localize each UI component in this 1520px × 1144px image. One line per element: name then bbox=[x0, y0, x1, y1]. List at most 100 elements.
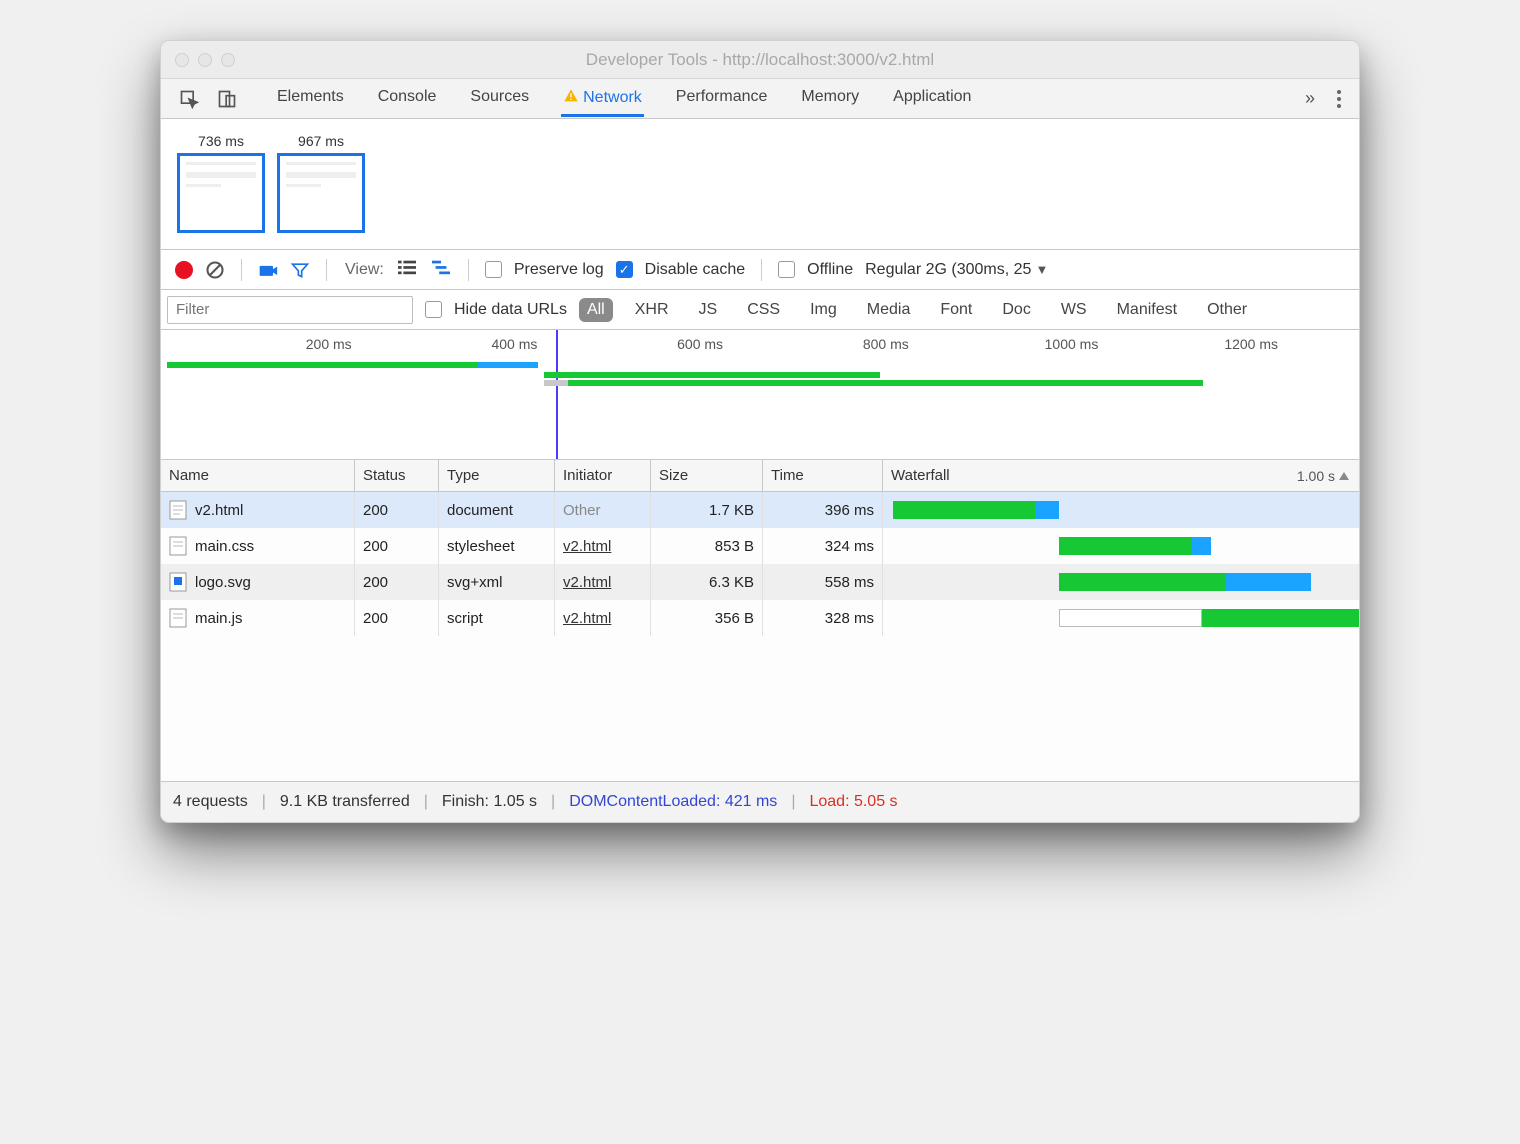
request-status: 200 bbox=[355, 600, 439, 636]
waterfall-view-icon[interactable] bbox=[430, 258, 452, 281]
request-waterfall bbox=[883, 600, 1359, 636]
request-time: 396 ms bbox=[763, 492, 883, 528]
record-button[interactable] bbox=[175, 261, 193, 279]
column-status[interactable]: Status bbox=[355, 460, 439, 491]
filter-all[interactable]: All bbox=[579, 298, 613, 322]
large-rows-icon[interactable] bbox=[396, 258, 418, 281]
request-type: svg+xml bbox=[439, 564, 555, 600]
filter-font[interactable]: Font bbox=[932, 298, 980, 322]
table-row[interactable]: v2.html 200 document Other 1.7 KB 396 ms bbox=[161, 492, 1359, 528]
disable-cache-label: Disable cache bbox=[645, 261, 746, 279]
request-initiator[interactable]: v2.html bbox=[563, 610, 611, 627]
filter-toggle-icon[interactable] bbox=[290, 260, 310, 280]
request-name: main.js bbox=[195, 610, 243, 627]
timeline-tick: 600 ms bbox=[677, 336, 723, 352]
tab-memory[interactable]: Memory bbox=[799, 80, 861, 117]
timeline-tick: 1000 ms bbox=[1045, 336, 1099, 352]
filter-manifest[interactable]: Manifest bbox=[1109, 298, 1185, 322]
column-initiator[interactable]: Initiator bbox=[555, 460, 651, 491]
timeline-overview[interactable]: 200 ms 400 ms 600 ms 800 ms 1000 ms 1200… bbox=[161, 330, 1359, 460]
request-status: 200 bbox=[355, 564, 439, 600]
status-requests: 4 requests bbox=[173, 793, 248, 811]
request-status: 200 bbox=[355, 528, 439, 564]
overview-bar bbox=[544, 380, 568, 386]
inspect-element-icon[interactable] bbox=[179, 89, 199, 109]
panel-tabs: Elements Console Sources Network Perform… bbox=[161, 79, 1359, 119]
request-name: v2.html bbox=[195, 502, 243, 519]
filmstrip-thumb bbox=[177, 153, 265, 233]
titlebar: Developer Tools - http://localhost:3000/… bbox=[161, 41, 1359, 79]
overview-bar bbox=[568, 380, 879, 386]
timeline-tick: 1200 ms bbox=[1224, 336, 1278, 352]
overview-bar bbox=[167, 362, 478, 368]
filmstrip-frame[interactable]: 967 ms bbox=[277, 133, 365, 233]
timeline-tick: 200 ms bbox=[306, 336, 352, 352]
filter-media[interactable]: Media bbox=[859, 298, 919, 322]
preserve-log-checkbox[interactable] bbox=[485, 261, 502, 278]
warning-icon bbox=[563, 88, 579, 104]
device-toolbar-icon[interactable] bbox=[217, 89, 237, 109]
request-initiator[interactable]: v2.html bbox=[563, 574, 611, 591]
tab-console[interactable]: Console bbox=[376, 80, 439, 117]
overview-bar bbox=[478, 362, 538, 368]
column-waterfall[interactable]: Waterfall 1.00 s bbox=[883, 460, 1359, 491]
filter-img[interactable]: Img bbox=[802, 298, 845, 322]
request-initiator[interactable]: v2.html bbox=[563, 538, 611, 555]
column-time[interactable]: Time bbox=[763, 460, 883, 491]
tab-sources[interactable]: Sources bbox=[468, 80, 531, 117]
filter-ws[interactable]: WS bbox=[1053, 298, 1095, 322]
sort-asc-icon bbox=[1339, 472, 1349, 480]
column-type[interactable]: Type bbox=[439, 460, 555, 491]
script-file-icon bbox=[169, 608, 187, 628]
settings-menu-icon[interactable] bbox=[1337, 90, 1341, 108]
filmstrip-thumb bbox=[277, 153, 365, 233]
request-initiator: Other bbox=[563, 502, 601, 519]
requests-table: v2.html 200 document Other 1.7 KB 396 ms… bbox=[161, 492, 1359, 782]
column-size[interactable]: Size bbox=[651, 460, 763, 491]
filter-doc[interactable]: Doc bbox=[994, 298, 1038, 322]
request-waterfall bbox=[883, 528, 1359, 564]
tab-elements[interactable]: Elements bbox=[275, 80, 346, 117]
throttling-select[interactable]: Regular 2G (300ms, 25▼ bbox=[865, 261, 1048, 279]
filmstrip-time: 967 ms bbox=[277, 133, 365, 149]
screenshots-toggle-icon[interactable] bbox=[258, 260, 278, 280]
request-type: script bbox=[439, 600, 555, 636]
request-name: main.css bbox=[195, 538, 254, 555]
table-row[interactable]: main.css 200 stylesheet v2.html 853 B 32… bbox=[161, 528, 1359, 564]
hide-data-urls-label: Hide data URLs bbox=[454, 301, 567, 319]
document-file-icon bbox=[169, 500, 187, 520]
filter-other[interactable]: Other bbox=[1199, 298, 1255, 322]
tab-application[interactable]: Application bbox=[891, 80, 973, 117]
network-toolbar: View: Preserve log Disable cache Offline… bbox=[161, 250, 1359, 290]
tab-network[interactable]: Network bbox=[561, 80, 644, 117]
disable-cache-checkbox[interactable] bbox=[616, 261, 633, 278]
table-row[interactable]: logo.svg 200 svg+xml v2.html 6.3 KB 558 … bbox=[161, 564, 1359, 600]
clear-icon[interactable] bbox=[205, 260, 225, 280]
timeline-tick: 400 ms bbox=[491, 336, 537, 352]
filter-css[interactable]: CSS bbox=[739, 298, 788, 322]
tab-performance[interactable]: Performance bbox=[674, 80, 770, 117]
separator bbox=[468, 259, 469, 281]
image-file-icon bbox=[169, 572, 187, 592]
status-transferred: 9.1 KB transferred bbox=[280, 793, 410, 811]
timeline-tick: 800 ms bbox=[863, 336, 909, 352]
filter-xhr[interactable]: XHR bbox=[627, 298, 677, 322]
preserve-log-label: Preserve log bbox=[514, 261, 604, 279]
request-waterfall bbox=[883, 564, 1359, 600]
tabs-overflow-icon[interactable]: » bbox=[1305, 88, 1315, 109]
table-header: Name Status Type Initiator Size Time Wat… bbox=[161, 460, 1359, 492]
separator bbox=[326, 259, 327, 281]
status-domcontentloaded: DOMContentLoaded: 421 ms bbox=[569, 793, 777, 811]
request-type: stylesheet bbox=[439, 528, 555, 564]
filter-input[interactable] bbox=[167, 296, 413, 324]
column-name[interactable]: Name bbox=[161, 460, 355, 491]
filter-js[interactable]: JS bbox=[691, 298, 726, 322]
table-row[interactable]: main.js 200 script v2.html 356 B 328 ms bbox=[161, 600, 1359, 636]
request-size: 1.7 KB bbox=[651, 492, 763, 528]
hide-data-urls-checkbox[interactable] bbox=[425, 301, 442, 318]
overview-bar bbox=[844, 380, 1203, 386]
filmstrip-frame[interactable]: 736 ms bbox=[177, 133, 265, 233]
request-type: document bbox=[439, 492, 555, 528]
request-size: 853 B bbox=[651, 528, 763, 564]
offline-checkbox[interactable] bbox=[778, 261, 795, 278]
